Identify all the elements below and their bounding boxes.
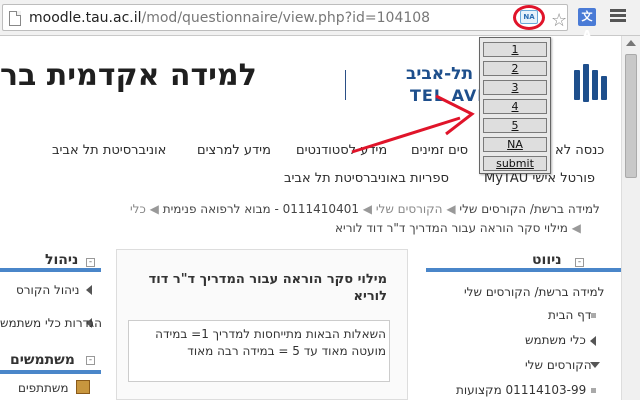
- users-item-participants[interactable]: משתתפים: [18, 381, 69, 395]
- admin-block-bar: [0, 268, 101, 272]
- nav-item-user-tools[interactable]: כלי משתמש: [525, 333, 586, 347]
- nav-block-collapse-icon[interactable]: -: [575, 258, 584, 267]
- rating-button-5[interactable]: 5: [483, 118, 547, 133]
- breadcrumb: למידה ברשת/ הקורסים שלי ◀ הקורסים שלי ◀ …: [130, 202, 600, 216]
- users-block-title: משתמשים: [10, 352, 75, 368]
- submit-button[interactable]: submit: [483, 156, 547, 171]
- extension-icon[interactable]: NA: [520, 10, 538, 24]
- bookmark-star-icon[interactable]: ☆: [551, 10, 567, 31]
- admin-item-tool-settings[interactable]: הגדרות כלי משתמש: [0, 316, 102, 330]
- breadcrumb-home[interactable]: למידה ברשת/ הקורסים שלי: [459, 202, 599, 216]
- nav-libraries[interactable]: ספריות באוניברסיטת תל אביב: [284, 171, 449, 186]
- nav-item-home[interactable]: דף הבית: [548, 308, 591, 322]
- nav-lecturers[interactable]: מידע למרצים: [197, 143, 271, 158]
- bullet-icon: [591, 388, 596, 393]
- breadcrumb-current: ◀ מילוי סקר הוראה עבור המדריך ד"ר דוד לו…: [335, 221, 581, 235]
- breadcrumb-current-label: מילוי סקר הוראה עבור המדריך ד"ר דוד לורי…: [335, 221, 568, 235]
- expand-arrow-icon[interactable]: [86, 285, 92, 295]
- admin-item-course-admin[interactable]: ניהול הקורס: [16, 283, 79, 297]
- site-title: למידה אקדמית בר: [0, 58, 257, 93]
- bullet-icon: [591, 313, 596, 318]
- url-path: /mod/questionnaire/view.php?id=104108: [141, 10, 431, 26]
- admin-block-title: ניהול: [45, 252, 79, 268]
- breadcrumb-separator: ◀: [567, 221, 581, 235]
- logo-mark-icon: [572, 62, 612, 106]
- intro-text: השאלות הבאות מתייחסות למדריך 1= במידה מו…: [155, 327, 386, 358]
- breadcrumb-separator: ◀: [358, 202, 373, 216]
- page-heading: מילוי סקר הוראה עבור המדריך ד"ר דוד לורי…: [148, 272, 387, 304]
- nav-item-my-courses[interactable]: למידה ברשת/ הקורסים שלי: [464, 285, 604, 299]
- breadcrumb-my-courses[interactable]: הקורסים שלי: [376, 202, 443, 216]
- breadcrumb-separator: ◀: [145, 202, 159, 216]
- nav-block-bar: [426, 268, 622, 272]
- scroll-up-arrow-icon[interactable]: [626, 40, 636, 46]
- breadcrumb-course[interactable]: 0111410401 - מבוא לרפואה פנימית: [163, 202, 359, 216]
- rating-button-3[interactable]: 3: [483, 80, 547, 95]
- extension-popup: 1 2 3 4 5 NA submit: [479, 37, 551, 174]
- hamburger-icon[interactable]: [610, 9, 626, 23]
- rating-button-1[interactable]: 1: [483, 42, 547, 57]
- breadcrumb-tools[interactable]: כלי: [130, 202, 146, 216]
- breadcrumb-separator: ◀: [442, 202, 456, 216]
- scroll-thumb[interactable]: [625, 54, 637, 178]
- nav-available-courses[interactable]: סים זמינים: [411, 143, 468, 158]
- participants-icon: [76, 380, 90, 394]
- rating-button-4[interactable]: 4: [483, 99, 547, 114]
- url-host: moodle.tau.ac.il: [29, 10, 142, 26]
- nav-students[interactable]: מידע לסטודנטים: [296, 143, 387, 158]
- translate-icon[interactable]: 文A: [578, 8, 596, 41]
- nav-block-title: ניווט: [532, 252, 562, 268]
- expand-arrow-icon[interactable]: [590, 336, 596, 346]
- admin-block-collapse-icon[interactable]: -: [86, 258, 95, 267]
- rating-button-2[interactable]: 2: [483, 61, 547, 76]
- nav-item-course[interactable]: 01114103-99 מקצועות: [456, 383, 586, 397]
- rating-button-na[interactable]: NA: [483, 137, 547, 152]
- nav-tau[interactable]: אוניברסיטת תל אביב: [52, 143, 166, 158]
- page-icon: [9, 11, 21, 26]
- users-block-collapse-icon[interactable]: -: [86, 356, 95, 365]
- address-bar[interactable]: moodle.tau.ac.il/mod/questionnaire/view.…: [2, 4, 568, 31]
- title-divider: [345, 70, 346, 100]
- browser-toolbar: moodle.tau.ac.il/mod/questionnaire/view.…: [0, 0, 640, 41]
- scrollbar[interactable]: [621, 36, 640, 400]
- nav-login[interactable]: כנסה לא: [555, 143, 604, 158]
- users-block-bar: [0, 370, 101, 374]
- url-text[interactable]: moodle.tau.ac.il/mod/questionnaire/view.…: [29, 10, 430, 26]
- nav-item-my-courses-tree[interactable]: הקורסים שלי: [525, 358, 592, 372]
